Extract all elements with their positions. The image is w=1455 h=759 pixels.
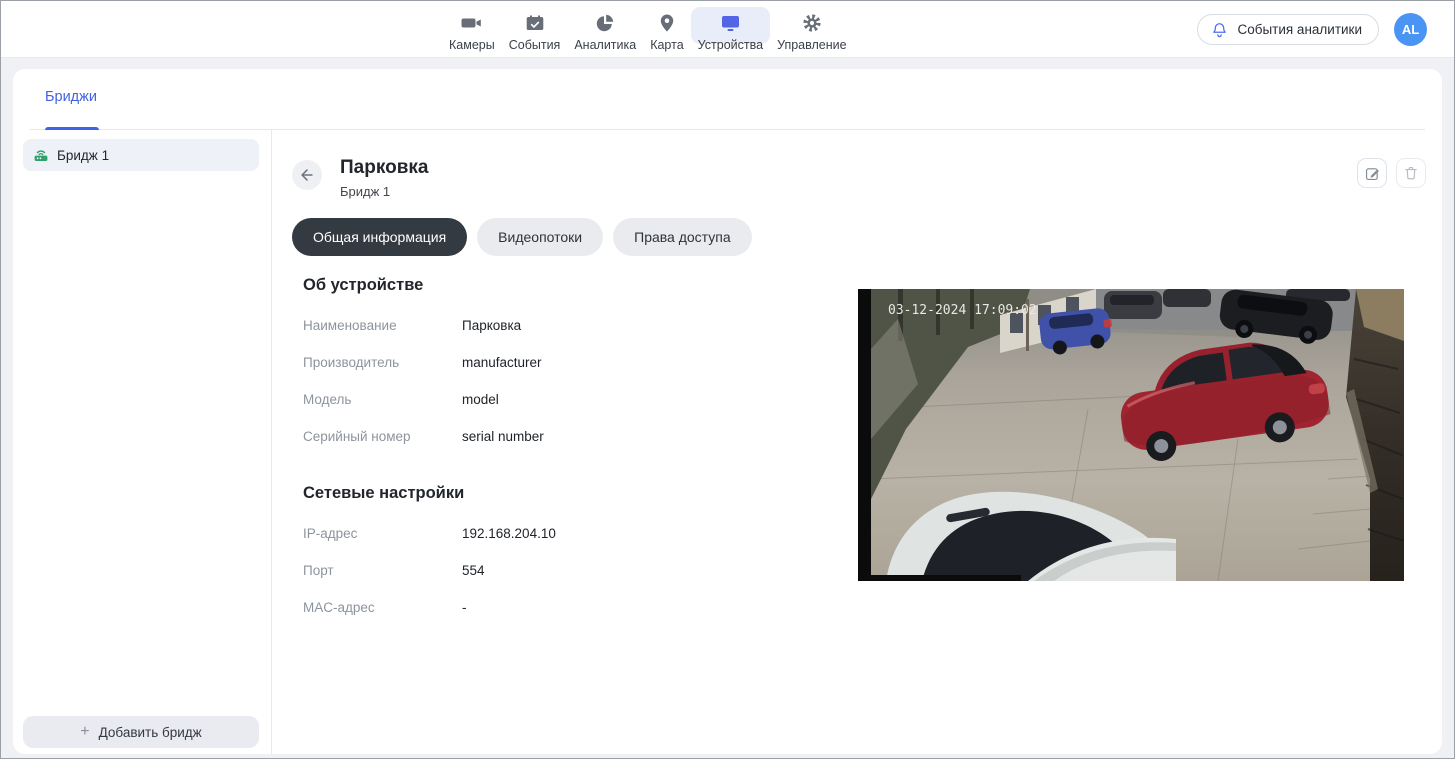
camera-snapshot: 03-12-2024 17:09:02 [858, 289, 1404, 581]
field-value: model [462, 392, 499, 408]
page-subtitle: Бридж 1 [340, 184, 428, 199]
map-pin-icon [657, 11, 677, 35]
sidebar-item-bridge-1[interactable]: Бридж 1 [23, 139, 259, 171]
field-row-serial-number: Серийный номер serial number [303, 429, 843, 445]
nav-label: События [509, 38, 561, 52]
sidebar-item-label: Бридж 1 [57, 148, 109, 163]
field-row-port: Порт 554 [303, 563, 843, 579]
field-value: - [462, 600, 467, 616]
field-label: IP-адрес [303, 526, 462, 542]
bridges-sidebar: Бридж 1 + Добавить бридж [13, 130, 271, 754]
section-heading-network-settings: Сетевые настройки [303, 483, 843, 503]
monitor-icon [720, 11, 741, 35]
device-info-column: Об устройстве Наименование Парковка Прои… [303, 275, 843, 616]
add-bridge-label: Добавить бридж [99, 725, 202, 740]
field-value: serial number [462, 429, 544, 445]
tab-video-streams[interactable]: Видеопотоки [477, 218, 603, 256]
pie-chart-icon [595, 11, 615, 35]
bell-icon [1211, 21, 1228, 39]
field-row-ip-address: IP-адрес 192.168.204.10 [303, 526, 843, 542]
field-row-name: Наименование Парковка [303, 318, 843, 334]
page-background: Бриджи Бридж 1 + Добавить бридж [1, 58, 1454, 758]
card-tabs-row: Бриджи [13, 69, 1442, 130]
edit-button[interactable] [1357, 158, 1387, 188]
field-value: 192.168.204.10 [462, 526, 556, 542]
nav-item-devices[interactable]: Устройства [691, 7, 770, 52]
nav-item-map[interactable]: Карта [643, 7, 690, 52]
field-value: manufacturer [462, 355, 542, 371]
nav-item-cameras[interactable]: Камеры [442, 7, 502, 52]
field-label: Порт [303, 563, 462, 579]
nav-item-management[interactable]: Управление [770, 7, 854, 52]
main-nav: Камеры События Аналитика Карта Устройств [442, 1, 854, 52]
app-window: { "topbar": { "nav": [ { "label": "Камер… [0, 0, 1455, 759]
nav-label: Карта [650, 38, 683, 52]
field-label: Производитель [303, 355, 462, 371]
analytics-events-label: События аналитики [1237, 22, 1362, 37]
bridge-detail-panel: Парковка Бридж 1 [272, 130, 1442, 754]
detail-tabs: Общая информация Видеопотоки Права досту… [292, 218, 1426, 256]
nav-label: Устройства [698, 38, 763, 52]
field-label: MAC-адрес [303, 600, 462, 616]
tab-general-info[interactable]: Общая информация [292, 218, 467, 256]
gear-icon [802, 11, 822, 35]
nav-item-analytics[interactable]: Аналитика [567, 7, 643, 52]
analytics-events-button[interactable]: События аналитики [1197, 14, 1379, 45]
field-row-mac-address: MAC-адрес - [303, 600, 843, 616]
nav-item-events[interactable]: События [502, 7, 568, 52]
add-bridge-button[interactable]: + Добавить бридж [23, 716, 259, 748]
field-row-model: Модель model [303, 392, 843, 408]
nav-label: Управление [777, 38, 847, 52]
field-value: Парковка [462, 318, 521, 334]
page-title: Парковка [340, 156, 428, 179]
avatar[interactable]: AL [1394, 13, 1427, 46]
edit-pencil-icon [1364, 165, 1381, 182]
plus-icon: + [80, 724, 89, 740]
video-camera-icon [461, 11, 482, 35]
field-label: Наименование [303, 318, 462, 334]
field-label: Серийный номер [303, 429, 462, 445]
tab-active-underline [45, 127, 99, 130]
tab-bridges[interactable]: Бриджи [45, 89, 97, 105]
topbar: Камеры События Аналитика Карта Устройств [1, 1, 1454, 58]
calendar-events-icon [525, 11, 545, 35]
nav-label: Аналитика [574, 38, 636, 52]
delete-button[interactable] [1396, 158, 1426, 188]
avatar-initials: AL [1402, 22, 1419, 37]
content-card: Бриджи Бридж 1 + Добавить бридж [13, 69, 1442, 754]
section-heading-about-device: Об устройстве [303, 275, 843, 295]
back-button[interactable] [292, 160, 322, 190]
arrow-left-icon [298, 166, 316, 184]
field-value: 554 [462, 563, 485, 579]
field-row-manufacturer: Производитель manufacturer [303, 355, 843, 371]
bridge-router-icon [33, 147, 49, 163]
trash-icon [1403, 165, 1419, 181]
field-label: Модель [303, 392, 462, 408]
nav-label: Камеры [449, 38, 495, 52]
snapshot-timestamp: 03-12-2024 17:09:02 [888, 303, 1037, 318]
tab-access-rights[interactable]: Права доступа [613, 218, 751, 256]
